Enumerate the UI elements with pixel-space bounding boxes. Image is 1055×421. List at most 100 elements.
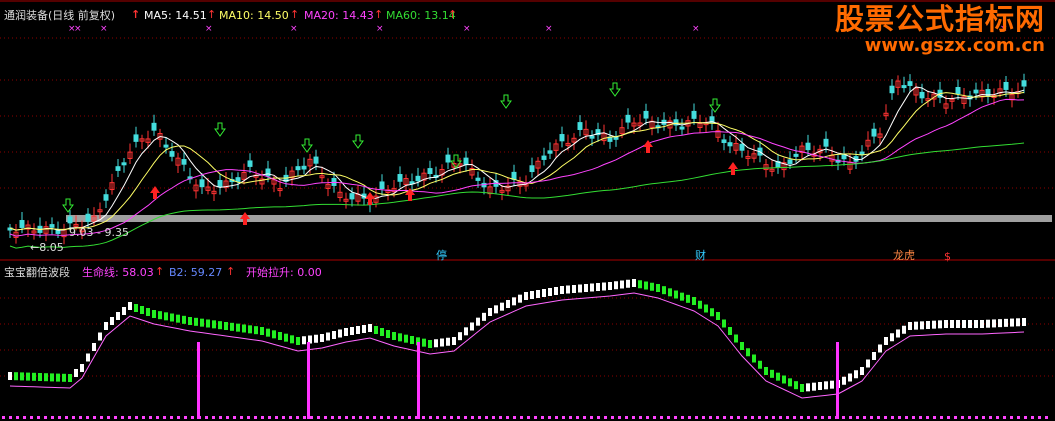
ma10-line (9, 91, 1025, 231)
indicator-bar (776, 372, 780, 381)
marker-x: × (74, 24, 82, 34)
candle-body (133, 134, 139, 142)
baseline-dot (114, 416, 117, 419)
indicator-bar (884, 337, 888, 345)
start-rise-spike (197, 342, 200, 419)
event-tag-suspension[interactable]: 停 (434, 249, 449, 262)
baseline-dot (163, 416, 166, 419)
indicator-bar (644, 281, 648, 290)
candle-body (169, 151, 175, 157)
event-tag-finance[interactable]: 财 (693, 249, 708, 262)
candle-body (103, 194, 109, 201)
indicator-bar (368, 324, 372, 332)
baseline-dot (177, 416, 180, 419)
candle-body (301, 165, 307, 170)
baseline-dot (884, 416, 887, 419)
marker-x: × (376, 24, 384, 34)
baseline-dot (107, 416, 110, 419)
ma60-legend: MA60: 13.14 (386, 9, 456, 22)
candle-body (163, 144, 169, 148)
baseline-dot (821, 416, 824, 419)
baseline-dot (282, 416, 285, 419)
baseline-dot (79, 416, 82, 419)
b2-legend: B2: 59.27 (169, 266, 223, 279)
baseline-dot (331, 416, 334, 419)
baseline-dot (338, 416, 341, 419)
baseline-dot (443, 416, 446, 419)
indicator-bar (296, 337, 300, 345)
candle-body (397, 174, 403, 182)
baseline-dot (674, 416, 677, 419)
baseline-dot (485, 416, 488, 419)
chart-canvas[interactable]: ×× × × × × × × × × (0, 0, 1055, 421)
baseline-dot (513, 416, 516, 419)
baseline-dot (275, 416, 278, 419)
baseline-dot (219, 416, 222, 419)
event-tag-dollar[interactable]: $ (942, 250, 953, 263)
baseline-dot (429, 416, 432, 419)
candle-body (313, 156, 319, 164)
sell-arrow-icon (214, 122, 226, 137)
indicator-bar (326, 332, 330, 341)
indicator-bar (32, 372, 36, 381)
baseline-dot (709, 416, 712, 419)
baseline-dot (1045, 416, 1048, 419)
indicator-bar (506, 300, 510, 308)
baseline-dot (1031, 416, 1034, 419)
indicator-bar (548, 288, 552, 296)
ma5-line (9, 86, 1025, 231)
sell-arrow-icon (352, 134, 364, 149)
indicator-bar (890, 333, 894, 342)
indicator-bar (104, 322, 108, 330)
indicator-bar (68, 374, 72, 382)
indicator-bar (98, 332, 102, 341)
watermark-title: 股票公式指标网 (834, 2, 1045, 36)
indicator-bar (512, 297, 516, 306)
indicator-bar (110, 317, 114, 325)
indicator-bar (284, 333, 288, 342)
baseline-dot (723, 416, 726, 419)
baseline-dot (1024, 416, 1027, 419)
indicator-bar (722, 319, 726, 328)
indicator-bar (800, 384, 804, 392)
baseline-dot (562, 416, 565, 419)
baseline-dot (233, 416, 236, 419)
left-arrow-icon: ← (30, 241, 40, 254)
support-band-rect (66, 215, 1052, 222)
indicator-bar (206, 319, 210, 328)
indicator-bar (662, 286, 666, 295)
up-arrow-icon: ↑ (448, 8, 458, 21)
baseline-dot (912, 416, 915, 419)
indicator-bar (566, 285, 570, 294)
candle-body (445, 154, 451, 163)
baseline-dot (534, 416, 537, 419)
candle-body (379, 181, 385, 190)
candle-body (793, 153, 799, 157)
baseline-dot (128, 416, 131, 419)
baseline-dot (541, 416, 544, 419)
indicator-bar (470, 322, 474, 331)
indicator-bar (44, 373, 48, 382)
baseline-dot (828, 416, 831, 419)
indicator-bar (734, 334, 738, 343)
indicator-bar (92, 343, 96, 351)
baseline-dot (632, 416, 635, 419)
event-tag-dragon-tiger[interactable]: 龙虎 (891, 249, 917, 262)
low-price-label: 8.05 (39, 241, 64, 254)
moving-average-lines (9, 86, 1025, 249)
grid-lines: ×× × × × × × × × × (0, 0, 1055, 419)
candle-body (235, 177, 241, 182)
indicator-bar (74, 369, 78, 377)
ma10-legend: MA10: 14.50 (219, 9, 289, 22)
baseline-dot (807, 416, 810, 419)
baseline-dot (814, 416, 817, 419)
baseline-dot (135, 416, 138, 419)
indicator-bar (602, 282, 606, 291)
candle-body (67, 216, 73, 224)
indicator-bar (806, 383, 810, 392)
candle-body (805, 142, 811, 151)
baseline-dot (86, 416, 89, 419)
indicator-bar (524, 292, 528, 300)
indicator-bar (986, 319, 990, 328)
indicator-bar (80, 364, 84, 372)
